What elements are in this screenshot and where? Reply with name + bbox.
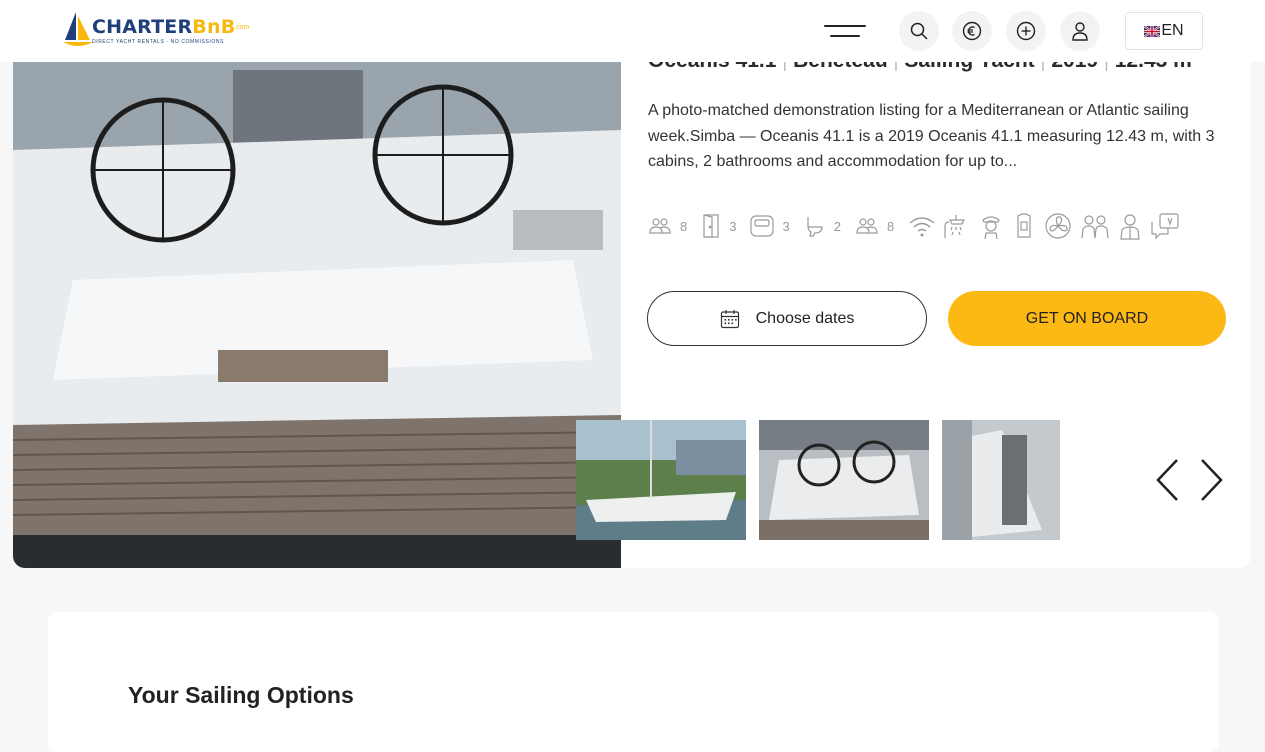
get-on-board-button[interactable]: GET ON BOARD xyxy=(948,291,1226,346)
currency-button[interactable] xyxy=(952,11,992,51)
sailing-options-section: Your Sailing Options xyxy=(48,612,1219,752)
chat-icon xyxy=(1151,213,1179,240)
add-listing-button[interactable] xyxy=(1006,11,1046,51)
crew-icon xyxy=(1081,215,1109,239)
choose-dates-button[interactable]: Choose dates xyxy=(647,291,927,346)
gallery-thumbnail[interactable] xyxy=(942,420,1060,540)
menu-icon[interactable] xyxy=(824,22,866,40)
language-label: EN xyxy=(1161,22,1184,39)
search-button[interactable] xyxy=(899,11,939,51)
gallery-thumbnail[interactable] xyxy=(759,420,929,540)
amenity-cabins: 3 xyxy=(750,214,797,238)
logo-tagline: DIRECT YACHT RENTALS · NO COMMISSIONS xyxy=(92,39,225,45)
door-icon xyxy=(703,214,719,238)
amenity-toilets-count: 2 xyxy=(833,218,841,234)
amenity-doors-count: 3 xyxy=(729,218,737,234)
site-header: CHARTERBnB .com DIRECT YACHT RENTALS · N… xyxy=(0,0,1265,62)
gallery-thumbnail[interactable] xyxy=(576,420,746,540)
guests-icon xyxy=(649,218,671,234)
toilet-icon xyxy=(807,217,823,237)
choose-dates-label: Choose dates xyxy=(755,309,855,327)
add-icon xyxy=(1016,21,1036,41)
sailboat-logo-icon xyxy=(63,12,93,46)
main-yacht-photo[interactable] xyxy=(13,30,621,568)
language-selector[interactable]: EN xyxy=(1125,12,1203,50)
logo-brand-accent: BnB xyxy=(192,16,236,38)
amenities-row: 8 3 3 2 8 xyxy=(648,211,1180,241)
amenity-doors: 3 xyxy=(701,213,744,239)
thumbnail-image xyxy=(942,420,1060,540)
uk-flag-icon xyxy=(1144,25,1161,37)
amenity-guests-count: 8 xyxy=(680,218,688,234)
amenity-berths: 8 xyxy=(855,216,902,236)
account-button[interactable] xyxy=(1060,11,1100,51)
amenity-guests: 8 xyxy=(648,216,695,236)
wifi-icon xyxy=(909,217,935,237)
berths-icon xyxy=(856,218,878,234)
fan-icon xyxy=(1045,213,1071,239)
dinghy-icon xyxy=(1017,213,1031,238)
calendar-icon xyxy=(720,309,739,328)
thumbnail-image xyxy=(759,420,929,540)
charterbnb-logo[interactable]: CHARTERBnB .com DIRECT YACHT RENTALS · N… xyxy=(62,10,262,50)
logo-brand-main: CHARTER xyxy=(92,16,193,38)
gallery-prev-arrow-icon[interactable] xyxy=(1155,458,1181,502)
logo-wordmark: CHARTERBnB xyxy=(92,16,235,38)
skipper-icon xyxy=(982,216,1000,240)
listing-description: A photo-matched demonstration listing fo… xyxy=(648,102,1215,170)
host-icon xyxy=(1120,214,1140,240)
gallery-next-arrow-icon[interactable] xyxy=(1198,458,1224,502)
amenity-berths-count: 8 xyxy=(886,218,895,234)
user-icon xyxy=(1072,22,1088,41)
amenity-toilets: 2 xyxy=(804,215,849,237)
thumbnail-image xyxy=(576,420,746,540)
logo-suffix: .com xyxy=(234,24,250,31)
currency-euro-icon xyxy=(962,21,982,41)
sailing-options-title: Your Sailing Options xyxy=(128,682,354,708)
cabin-icon xyxy=(750,215,775,237)
amenity-cabins-count: 3 xyxy=(782,218,790,234)
search-icon xyxy=(910,22,928,40)
shower-icon xyxy=(944,215,966,238)
